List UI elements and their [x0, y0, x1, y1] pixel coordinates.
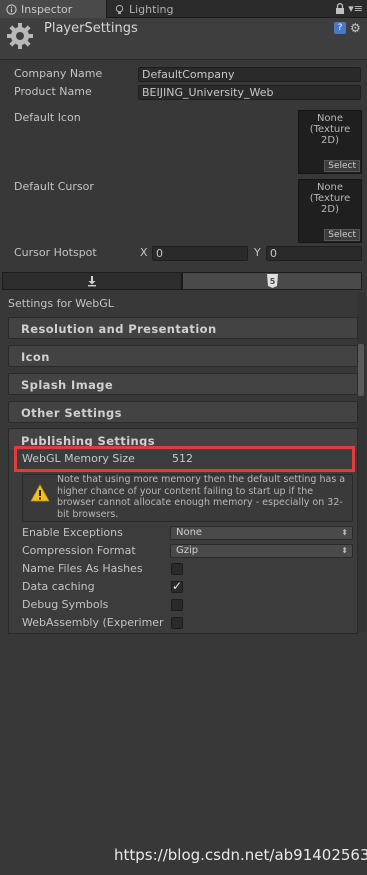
default-cursor-select-button[interactable]: Select — [324, 229, 360, 241]
hotspot-y-label: Y — [254, 246, 261, 259]
dropdown-arrows-icon: ⬍ — [341, 528, 348, 537]
svg-text:5: 5 — [269, 277, 275, 286]
enable-exceptions-value: None — [176, 527, 203, 538]
html5-icon: 5 — [266, 274, 278, 288]
webgl-memory-size-field[interactable]: 512 — [169, 452, 352, 467]
section-label: Icon — [21, 350, 50, 364]
company-name-label: Company Name — [14, 67, 103, 80]
memory-warning-text: Note that using more memory then the def… — [57, 474, 346, 520]
default-icon-value: None (Texture 2D) — [309, 113, 351, 146]
default-cursor-label: Default Cursor — [14, 180, 94, 193]
product-name-label: Product Name — [14, 85, 92, 98]
download-icon — [88, 276, 96, 287]
tab-inspector-label: Inspector — [21, 2, 73, 16]
section-resolution-and-presentation[interactable]: Resolution and Presentation — [8, 317, 358, 339]
page-title: PlayerSettings — [44, 21, 138, 36]
enable-exceptions-label: Enable Exceptions — [22, 526, 123, 539]
enable-exceptions-dropdown[interactable]: None ⬍ — [170, 526, 353, 540]
data-caching-checkbox[interactable]: ✓ — [171, 579, 183, 593]
tab-webgl-platform[interactable]: 5 — [182, 272, 362, 290]
context-menu-icon[interactable]: ▾≡ — [348, 3, 363, 15]
settings-icon[interactable]: ⚙ — [350, 22, 361, 34]
hotspot-x-field[interactable]: 0 — [152, 246, 248, 261]
product-name-field[interactable]: BEIJING_University_Web — [138, 85, 361, 100]
compression-format-label: Compression Format — [22, 544, 136, 557]
section-label: Splash Image — [21, 378, 114, 392]
tab-standalone-platform[interactable] — [2, 272, 182, 290]
gear-icon — [7, 23, 33, 49]
section-label: Other Settings — [21, 406, 122, 420]
name-files-as-hashes-label: Name Files As Hashes — [22, 562, 143, 575]
default-icon-label: Default Icon — [14, 111, 81, 124]
webassembly-label: WebAssembly (Experimer — [22, 616, 164, 629]
tab-lighting[interactable]: Lighting — [108, 0, 198, 18]
section-other-settings[interactable]: Other Settings — [8, 401, 358, 423]
tab-inspector[interactable]: Inspector — [0, 0, 107, 18]
scrollbar-thumb[interactable] — [358, 344, 364, 396]
debug-symbols-label: Debug Symbols — [22, 598, 109, 611]
section-splash-image[interactable]: Splash Image — [8, 373, 358, 395]
data-caching-label: Data caching — [22, 580, 95, 593]
name-files-as-hashes-checkbox[interactable] — [171, 563, 183, 575]
checkmark-icon: ✓ — [172, 579, 183, 593]
webgl-memory-size-label: WebGL Memory Size — [22, 452, 135, 465]
watermark: https://blog.csdn.net/ab914025636 — [114, 846, 367, 864]
hotspot-x-label: X — [140, 246, 148, 259]
default-cursor-value: None (Texture 2D) — [309, 182, 351, 215]
compression-format-dropdown[interactable]: Gzip ⬍ — [170, 544, 353, 558]
dropdown-arrows-icon: ⬍ — [341, 546, 348, 555]
section-icon[interactable]: Icon — [8, 345, 358, 367]
bulb-icon — [115, 4, 124, 14]
hotspot-y-field[interactable]: 0 — [266, 246, 362, 261]
warning-icon — [30, 484, 50, 502]
settings-for-label: Settings for WebGL — [8, 297, 114, 310]
section-label: Resolution and Presentation — [21, 322, 217, 336]
debug-symbols-checkbox[interactable] — [171, 599, 183, 611]
default-icon-select-button[interactable]: Select — [324, 160, 360, 172]
lock-icon[interactable] — [335, 3, 345, 15]
default-icon-texture-slot[interactable]: None (Texture 2D) Select — [298, 110, 362, 174]
default-cursor-texture-slot[interactable]: None (Texture 2D) Select — [298, 179, 362, 243]
help-icon[interactable]: ? — [334, 22, 346, 34]
company-name-field[interactable]: DefaultCompany — [138, 67, 361, 82]
cursor-hotspot-label: Cursor Hotspot — [14, 246, 97, 259]
tab-lighting-label: Lighting — [129, 2, 174, 16]
compression-format-value: Gzip — [176, 545, 199, 556]
webassembly-checkbox[interactable] — [171, 617, 183, 629]
info-icon — [6, 3, 17, 15]
scroll-track[interactable] — [357, 292, 366, 632]
